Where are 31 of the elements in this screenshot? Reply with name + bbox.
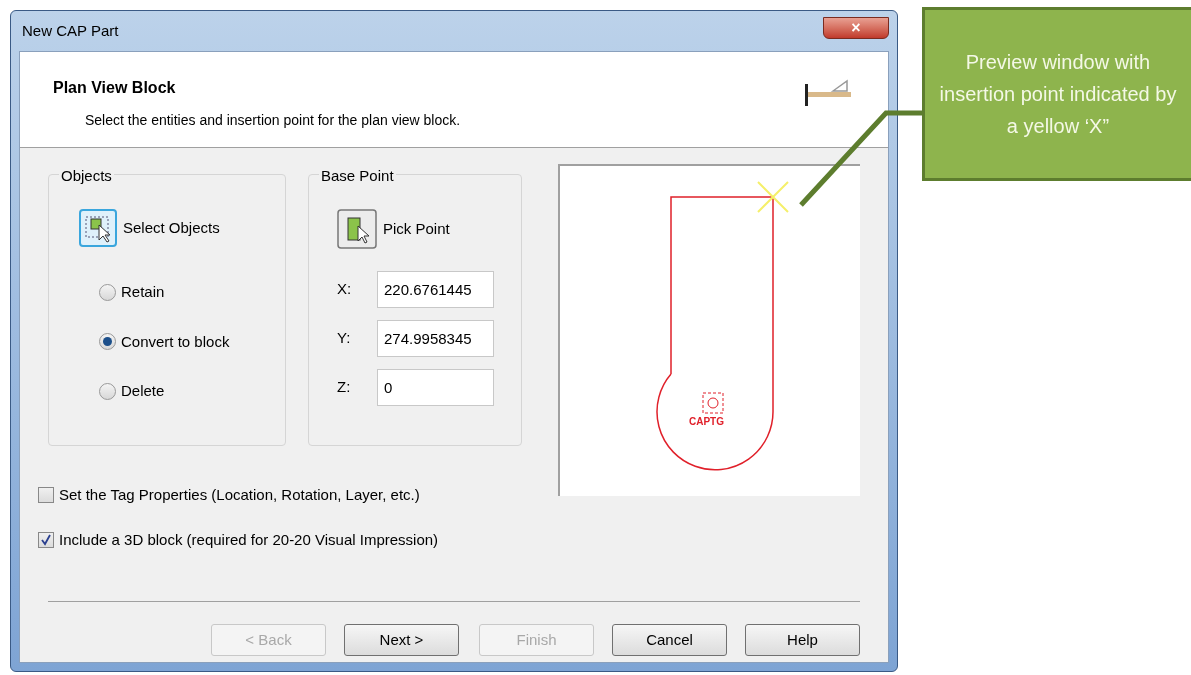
- coordinate-field[interactable]: 274.9958345: [377, 320, 494, 357]
- selection-cursor-icon: [79, 209, 117, 247]
- callout-text: Preview window with insertion point indicated by a yellow ‘X”: [939, 50, 1177, 139]
- select-objects-button[interactable]: Select Objects: [79, 209, 220, 247]
- checkbox-label: Include a 3D block (required for 20-20 Visual Impression): [59, 529, 439, 550]
- dialog-button[interactable]: Next >: [344, 624, 459, 656]
- field-label: X:: [337, 279, 353, 300]
- field-label: Y:: [337, 328, 352, 349]
- drafting-tools-icon: [803, 78, 853, 108]
- dialog-button[interactable]: Help: [745, 624, 860, 656]
- radio-label: Retain: [121, 282, 165, 302]
- pick-point-cursor-icon: [337, 209, 377, 249]
- field-label: Z:: [337, 377, 352, 398]
- pick-point-button[interactable]: Pick Point: [337, 209, 450, 249]
- dialog-button[interactable]: Cancel: [612, 624, 727, 656]
- window-title: New CAP Part: [21, 20, 119, 41]
- tag-symbol-icon: [702, 392, 724, 414]
- insertion-point-marker-icon: [757, 181, 789, 213]
- radio-button[interactable]: [99, 382, 116, 400]
- radio-button[interactable]: [99, 333, 116, 351]
- radio-button[interactable]: [99, 283, 116, 301]
- coordinate-field[interactable]: 220.6761445: [377, 271, 494, 308]
- checkbox[interactable]: [38, 487, 54, 504]
- radio-label: Convert to block: [121, 331, 230, 352]
- coordinate-field[interactable]: 0: [377, 369, 494, 406]
- page-title: Plan View Block: [53, 78, 177, 98]
- tag-label: CAPTG: [689, 415, 724, 429]
- checkbox-label: Set the Tag Properties (Location, Rotation, Layer, etc.): [59, 485, 420, 505]
- page-subtitle: Select the entities and insertion point for the plan view block.: [84, 111, 461, 130]
- checkbox[interactable]: [38, 531, 54, 548]
- radio-label: Delete: [121, 381, 165, 401]
